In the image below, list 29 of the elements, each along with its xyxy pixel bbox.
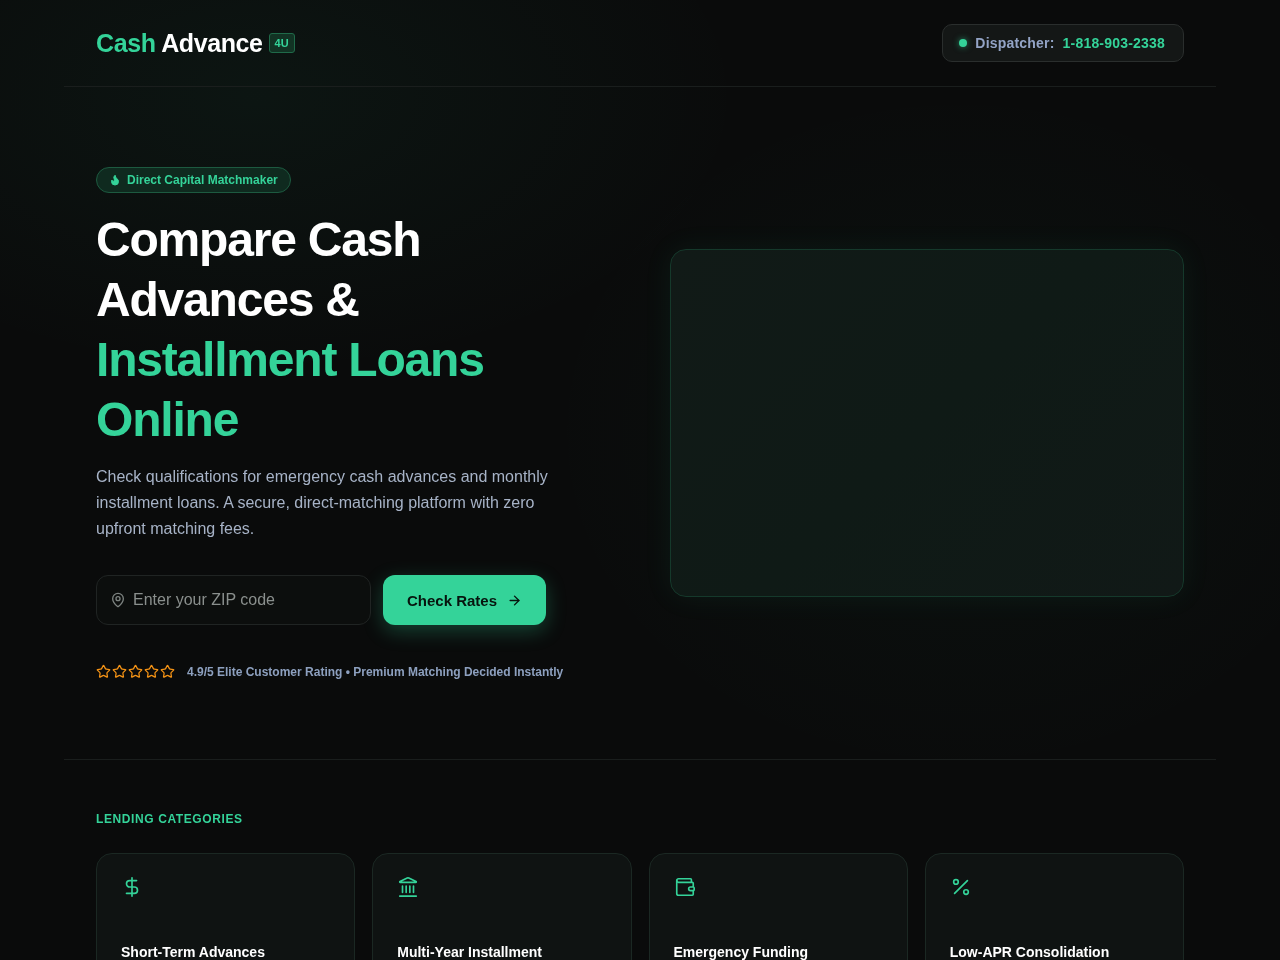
section-label: LENDING CATEGORIES (96, 812, 243, 826)
bank-icon (397, 876, 420, 898)
category-card[interactable]: Emergency Funding (648, 853, 908, 960)
dispatcher-label: Dispatcher: (975, 35, 1055, 51)
logo-text[interactable]: Cash Advance (96, 28, 263, 58)
card-title: Short-Term Advances (121, 944, 265, 960)
map-pin-icon (110, 592, 126, 608)
card-title: Low-APR Consolidation (949, 944, 1110, 960)
category-card[interactable]: Multi-Year Installment (372, 853, 632, 960)
zip-input[interactable]: Enter your ZIP code (96, 575, 371, 625)
hero-description: Check qualifications for emergency cash advances and monthly installment loans. A secure, direct-matching platform with zero upfront matching fees. (96, 467, 549, 539)
status-dot-icon (959, 39, 968, 47)
rating-text: 4.9/5 Elite Customer Rating • Premium Matching Decided Instantly (187, 664, 564, 679)
check-rates-button[interactable]: Check Rates (383, 575, 547, 625)
star-icon (144, 664, 159, 679)
category-card[interactable]: Short-Term Advances (96, 853, 356, 960)
category-card[interactable]: Low-APR Consolidation (924, 853, 1184, 960)
card-title: Multi-Year Installment (397, 944, 542, 960)
star-icon (96, 664, 111, 679)
phone-number[interactable]: 1-818-903-2338 (1062, 35, 1165, 51)
star-icon (160, 664, 175, 679)
flame-icon (109, 174, 121, 186)
star-icon (112, 664, 127, 679)
wallet-icon (673, 876, 696, 898)
star-icon (128, 664, 143, 679)
card-title: Emergency Funding (673, 944, 809, 960)
chip-text: Direct Capital Matchmaker (127, 173, 278, 187)
hero-heading: Compare Cash Advances & Installment Loans Online (96, 212, 485, 448)
logo-badge: 4U (268, 33, 295, 53)
